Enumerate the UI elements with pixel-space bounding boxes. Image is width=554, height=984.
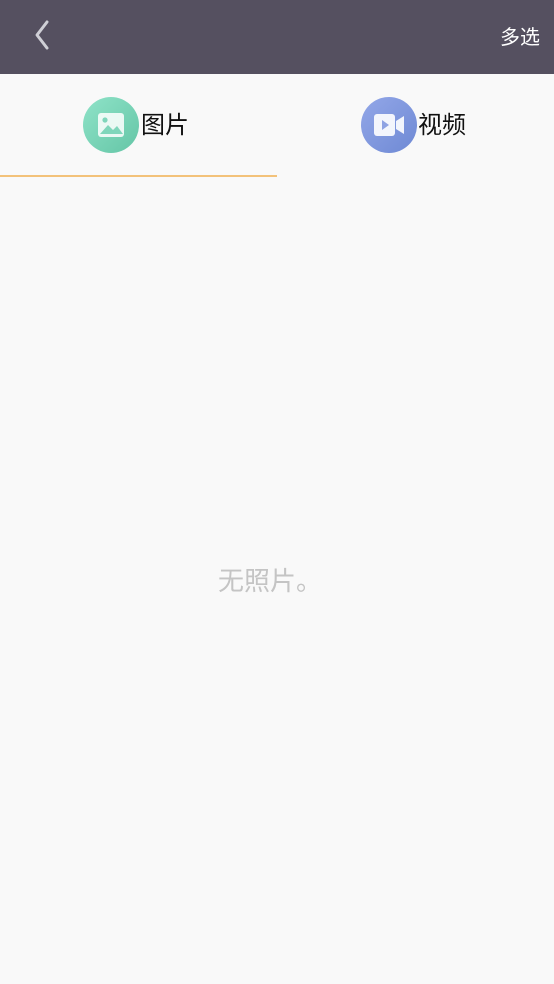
tab-videos-label: 视频 (418, 111, 466, 139)
back-button[interactable] (22, 14, 62, 60)
video-camera-icon (361, 97, 417, 153)
media-tab-bar: 图片 视频 (0, 74, 554, 178)
top-app-bar: 多选 (0, 0, 554, 74)
tab-photos-label: 图片 (141, 111, 189, 139)
active-tab-indicator (0, 175, 277, 177)
empty-state-message: 无照片。 (217, 567, 322, 597)
multi-select-button[interactable]: 多选 (500, 22, 540, 52)
chevron-left-icon (32, 19, 52, 55)
tab-photos[interactable]: 图片 (0, 74, 277, 178)
tab-videos[interactable]: 视频 (277, 74, 554, 178)
image-icon (83, 97, 139, 153)
